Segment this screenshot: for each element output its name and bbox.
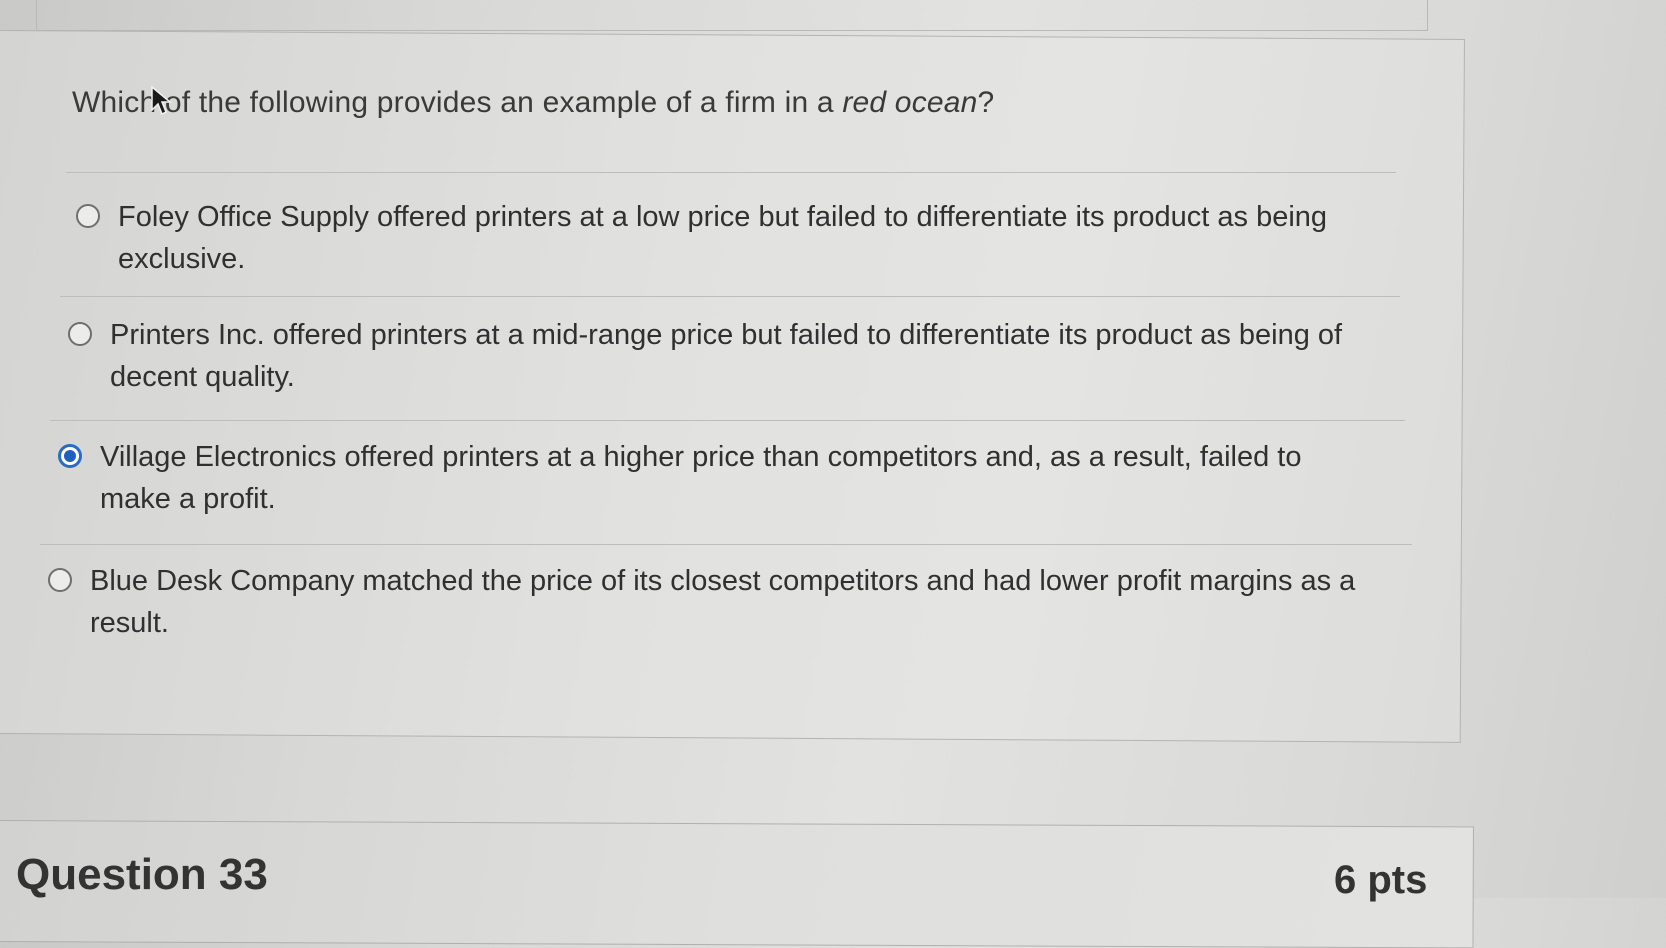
question-points: 6 pts: [1334, 858, 1428, 902]
previous-question-panel: [36, 0, 1428, 31]
divider: [40, 544, 1412, 545]
answer-option-1[interactable]: Foley Office Supply offered printers at …: [76, 196, 1388, 280]
question-prompt: Which of the following provides an examp…: [72, 86, 994, 120]
answer-option-label: Blue Desk Company matched the price of i…: [90, 565, 1356, 639]
question-prompt-end: ?: [977, 86, 995, 119]
question-prompt-start: Which of the following provides an examp…: [72, 86, 843, 119]
answer-option-4[interactable]: Blue Desk Company matched the price of i…: [48, 560, 1360, 644]
answer-option-2[interactable]: Printers Inc. offered printers at a mid-…: [68, 314, 1380, 398]
question-number: Question 33: [16, 850, 268, 899]
question-prompt-emphasis: red ocean: [842, 86, 978, 119]
divider: [50, 420, 1405, 421]
answer-option-3[interactable]: Village Electronics offered printers at …: [58, 436, 1370, 520]
answer-option-label: Foley Office Supply offered printers at …: [118, 201, 1328, 275]
mouse-pointer-icon: [151, 86, 173, 116]
radio-button[interactable]: [76, 204, 100, 228]
answer-option-label: Printers Inc. offered printers at a mid-…: [110, 319, 1343, 393]
radio-button[interactable]: [68, 322, 92, 346]
divider: [66, 172, 1396, 173]
answer-option-label: Village Electronics offered printers at …: [100, 441, 1302, 515]
radio-button-selected[interactable]: [58, 444, 82, 468]
radio-button[interactable]: [48, 568, 72, 592]
divider: [60, 296, 1400, 297]
